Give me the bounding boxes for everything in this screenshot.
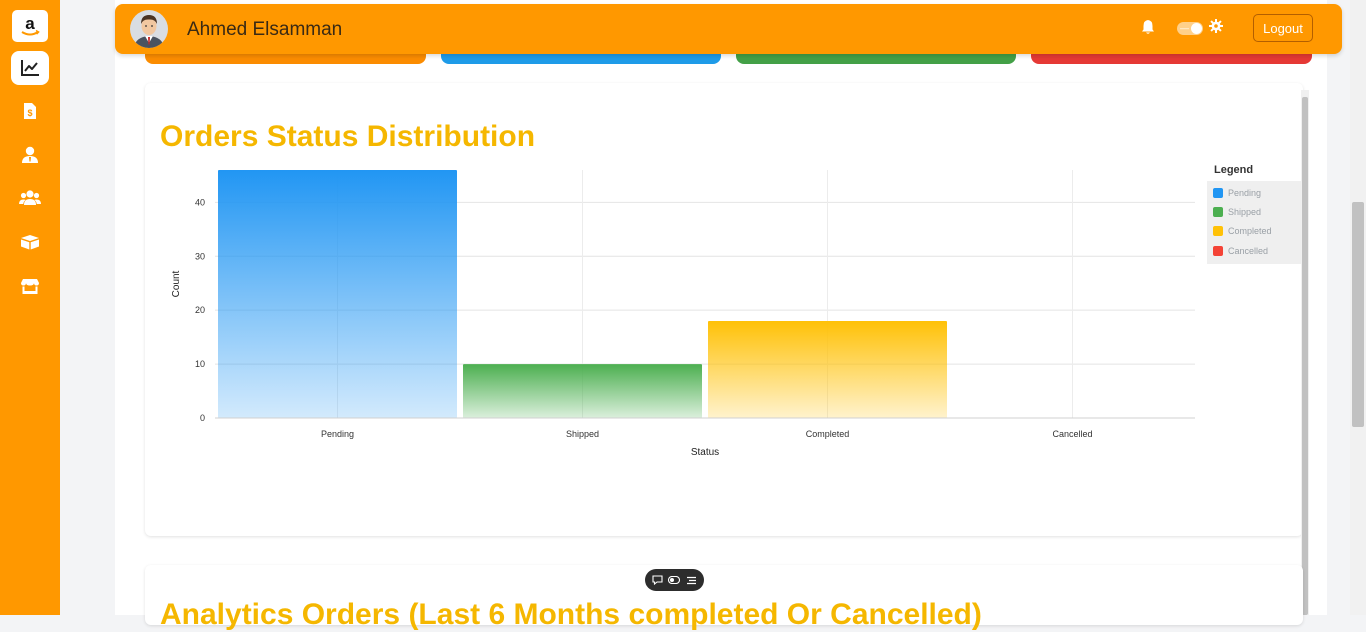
legend-label: Cancelled (1228, 246, 1269, 256)
y-tick-label: 20 (195, 305, 205, 315)
toggle-label: — (1180, 23, 1189, 33)
page-scrollbar-thumb[interactable] (1352, 202, 1364, 427)
legend-swatch (1213, 207, 1223, 217)
card-scrollbar[interactable] (1301, 90, 1309, 615)
toggle-knob (1191, 23, 1202, 34)
x-axis-title: Status (691, 447, 719, 458)
invoice-dollar-icon: $ (24, 103, 36, 119)
y-tick-label: 0 (200, 413, 205, 423)
bar-pending (218, 170, 457, 418)
x-tick-label: Completed (806, 429, 850, 439)
y-tick-label: 40 (195, 197, 205, 207)
svg-text:$: $ (27, 108, 32, 118)
boxes-icon (21, 235, 39, 250)
orders-status-chart: 0 10 20 30 40 Pending Shipped Completed Cancelle… (171, 170, 1195, 458)
legend-item-completed[interactable]: Completed (1213, 224, 1272, 238)
legend-title: Legend (1214, 164, 1254, 176)
toggle-icon[interactable] (668, 576, 681, 584)
menu-icon[interactable] (686, 576, 697, 585)
user-avatar-icon (130, 10, 168, 48)
gear-icon[interactable] (1209, 19, 1223, 38)
sidebar-item-store[interactable] (11, 269, 49, 303)
sidebar-item-invoices[interactable]: $ (11, 94, 49, 128)
sidebar-item-user[interactable] (11, 138, 49, 172)
user-tie-icon (22, 146, 38, 163)
sidebar-item-analytics[interactable] (11, 51, 49, 85)
y-axis-title: Count (171, 270, 182, 297)
line-chart-icon (21, 60, 39, 76)
legend-label: Pending (1228, 188, 1262, 198)
user-name: Ahmed Elsamman (187, 19, 343, 40)
sidebar-item-users[interactable] (11, 181, 49, 215)
legend-item-shipped[interactable]: Shipped (1213, 205, 1261, 219)
top-navbar: Ahmed Elsamman — Logout (115, 4, 1342, 54)
legend-item-pending[interactable]: Pending (1213, 186, 1261, 200)
bar-shipped (463, 364, 702, 418)
legend-swatch (1213, 226, 1223, 236)
floating-toolbar (645, 569, 704, 591)
theme-toggle[interactable]: — (1177, 22, 1203, 35)
y-tick-label: 30 (195, 251, 205, 261)
legend-label: Shipped (1228, 207, 1262, 217)
y-tick-label: 10 (195, 359, 205, 369)
bar-completed (708, 320, 947, 418)
avatar[interactable] (130, 10, 168, 48)
users-icon (19, 190, 41, 205)
x-tick-label: Shipped (566, 429, 599, 439)
legend-box: Pending Shipped Completed Cancelled (1207, 181, 1301, 264)
amazon-logo-icon: a (21, 14, 40, 36)
chart-legend: Legend Pending Shipped Completed Cancell… (1207, 160, 1301, 264)
store-icon (21, 278, 39, 294)
legend-swatch (1213, 246, 1223, 256)
legend-label: Completed (1228, 226, 1272, 236)
chart-title: Orders Status Distribution (160, 120, 536, 153)
logout-button[interactable]: Logout (1253, 14, 1313, 42)
analytics-card-title: Analytics Orders (Last 6 Months complete… (160, 598, 982, 631)
card-scrollbar-thumb[interactable] (1302, 97, 1308, 615)
x-tick-label: Pending (321, 429, 354, 439)
legend-item-cancelled[interactable]: Cancelled (1213, 244, 1268, 258)
page-scrollbar[interactable] (1350, 0, 1366, 615)
legend-swatch (1213, 188, 1223, 198)
sidebar: a $ (0, 0, 60, 615)
sidebar-item-products[interactable] (11, 225, 49, 259)
svg-text:a: a (25, 14, 35, 33)
comment-icon[interactable] (652, 575, 663, 585)
amazon-logo[interactable]: a (12, 10, 48, 42)
bell-icon[interactable] (1141, 19, 1155, 40)
x-tick-label: Cancelled (1052, 429, 1092, 439)
